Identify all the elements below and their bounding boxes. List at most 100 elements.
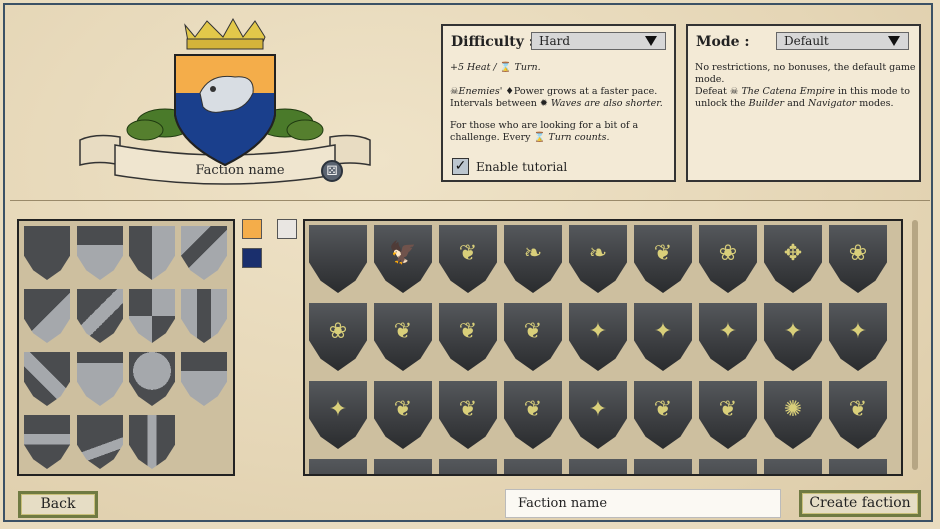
pattern-bordure[interactable] [129,352,175,406]
emblem-horse-head[interactable]: ❦ [374,381,432,449]
bird-icon: ❀ [328,318,348,344]
emblem-partial[interactable] [699,459,757,474]
emblem-deer[interactable]: ✦ [829,303,887,371]
emblem-partial[interactable] [504,459,562,474]
heat-text: +5 Heat / [450,62,500,73]
emblem-blank[interactable] [309,225,367,293]
hound-icon: ✦ [588,318,608,344]
emblem-feather[interactable]: ❦ [634,225,692,293]
emblem-partial[interactable] [634,459,692,474]
emblem-seahorse[interactable]: ❦ [829,381,887,449]
pattern-fess[interactable] [24,415,70,469]
mode-description: No restrictions, no bonuses, the default… [695,62,916,85]
turn-text: Turn. [514,62,541,73]
waves-text: Waves are also shorter. [550,98,663,109]
lion-head-icon: ❦ [718,396,738,422]
dragon-head-icon: ❦ [458,318,478,344]
color-swatch-navy[interactable] [242,248,262,268]
heron-icon: ❀ [848,240,868,266]
emblem-claw[interactable]: ✥ [764,225,822,293]
pattern-chief[interactable] [77,226,123,280]
create-faction-button[interactable]: Create faction [799,490,921,517]
emblem-heron[interactable]: ❀ [829,225,887,293]
griffin-head-icon: ❦ [393,318,413,344]
elephant-icon: ✦ [588,396,608,422]
power-icon: ♦ [505,86,514,97]
emblem-dragon[interactable]: ❦ [439,381,497,449]
emblem-scrollbar-thumb[interactable] [912,220,918,470]
beast-head-icon: ❦ [653,396,673,422]
fish-bird-icon: ❦ [523,318,543,344]
pattern-per-pale[interactable] [129,226,175,280]
emblem-partial[interactable] [439,459,497,474]
pattern-chevron[interactable] [77,415,123,469]
pattern-saltire[interactable] [24,352,70,406]
pattern-pale[interactable] [181,289,227,343]
emblem-partial[interactable] [764,459,822,474]
serpent-icon: ❦ [523,396,543,422]
emblem-wolf[interactable]: ✦ [699,303,757,371]
emblem-elephant[interactable]: ✦ [569,381,627,449]
and-text: and [784,98,808,109]
emblem-lion-head[interactable]: ❦ [699,381,757,449]
emblem-wings[interactable]: ❧ [569,225,627,293]
tutorial-label[interactable]: Enable tutorial [476,160,567,174]
dice-icon[interactable]: ⚄ [321,160,343,182]
emblem-dog[interactable]: ✦ [634,303,692,371]
difficulty-panel: Difficulty : Hard +5 Heat / ⌛ Turn. ☠Ene… [441,24,676,182]
emblem-fish-bird[interactable]: ❦ [504,303,562,371]
pattern-canton[interactable] [181,352,227,406]
difficulty-dropdown[interactable]: Hard [531,32,666,50]
turn-counts-text: Turn counts. [548,132,610,143]
divider [10,200,930,201]
emblem-swan[interactable]: ❀ [699,225,757,293]
pattern-per-bend[interactable] [24,289,70,343]
emblem-partial[interactable] [569,459,627,474]
emblem-hound[interactable]: ✦ [569,303,627,371]
navigator-text: Navigator [808,98,857,109]
color-swatch-orange[interactable] [242,219,262,239]
eagle-icon: 🦅 [389,240,417,266]
tutorial-checkbox[interactable]: ✓ [452,158,469,175]
enemies-text: Enemies' [458,86,506,97]
swan-icon: ❀ [718,240,738,266]
mode-dropdown[interactable]: Default [776,32,909,50]
emblem-serpent[interactable]: ❦ [504,381,562,449]
emblem-bird[interactable]: ❀ [309,303,367,371]
faction-name-input[interactable] [505,489,781,518]
emblem-fox[interactable]: ✦ [764,303,822,371]
mode-selected: Default [784,34,829,48]
pattern-base[interactable] [77,352,123,406]
emblem-lion-face[interactable]: ✺ [764,381,822,449]
difficulty-selected: Hard [539,34,571,48]
chevron-down-icon [645,36,657,46]
emblem-partial[interactable] [374,459,432,474]
feather-icon: ❦ [653,240,673,266]
emblem-partial[interactable] [309,459,367,474]
emblem-griffin[interactable]: ❦ [439,225,497,293]
emblem-dragon-head[interactable]: ❦ [439,303,497,371]
back-button[interactable]: Back [18,491,98,518]
dog-icon: ✦ [653,318,673,344]
challenge-text: For those who are looking for a bit of a… [450,120,639,143]
pattern-quarterly[interactable] [129,289,175,343]
skull-icon: ☠ [729,86,739,97]
emblem-wing[interactable]: ❧ [504,225,562,293]
emblem-partial[interactable] [829,459,887,474]
difficulty-heading: Difficulty : [451,34,534,50]
emblem-beast-head[interactable]: ❦ [634,381,692,449]
emblem-eagle[interactable]: 🦅 [374,225,432,293]
hourglass-icon: ⌛ [533,132,546,143]
pattern-plain[interactable] [24,226,70,280]
chevron-down-icon [888,36,900,46]
emblem-stag[interactable]: ✦ [309,381,367,449]
pattern-bend[interactable] [77,289,123,343]
skull-icon: ☠ [450,86,459,97]
mode-panel: Mode : Default No restrictions, no bonus… [686,24,921,182]
emblem-griffin-head[interactable]: ❦ [374,303,432,371]
builder-text: Builder [748,98,785,109]
pattern-cross[interactable] [129,415,175,469]
color-swatch-light[interactable] [277,219,297,239]
pattern-chevron-top[interactable] [181,226,227,280]
claw-icon: ✥ [783,240,803,266]
